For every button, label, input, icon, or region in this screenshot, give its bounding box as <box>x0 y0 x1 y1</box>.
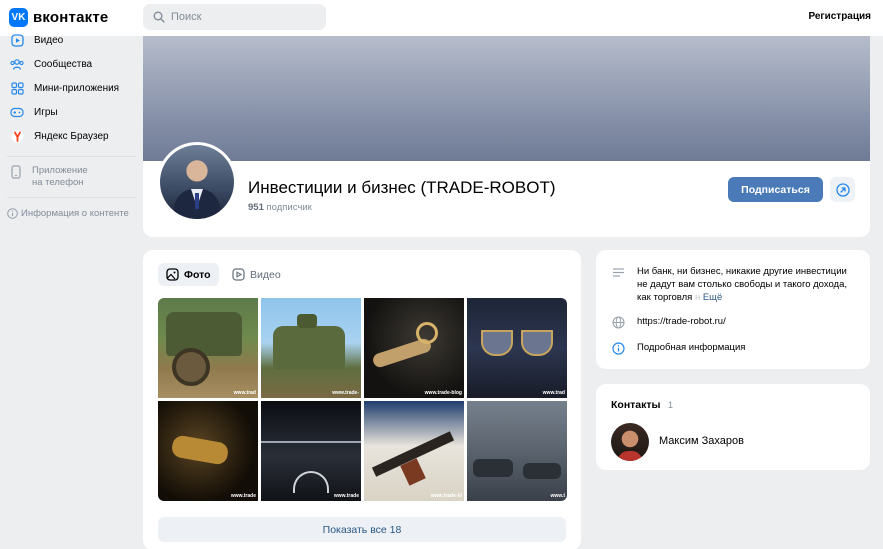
sidebar-item-label: Сообщества <box>34 58 93 70</box>
sidebar-divider <box>7 156 136 157</box>
photo-thumbnail[interactable]: www.trade- <box>261 298 361 398</box>
tab-label: Фото <box>184 268 211 281</box>
sidebar-info-label: Информация о контенте <box>21 207 129 219</box>
photo-thumbnail[interactable]: www.trade-bl <box>364 401 464 501</box>
sidebar-app-label: Приложение на телефон <box>32 165 88 188</box>
video-icon <box>10 33 24 47</box>
globe-icon <box>611 315 626 330</box>
sidebar-item-label: Видео <box>34 34 64 46</box>
photo-watermark: www.trade <box>333 493 359 499</box>
tab-photo[interactable]: Фото <box>158 263 219 286</box>
info-circle-icon <box>611 341 626 356</box>
description-row: Ни банк, ни бизнес, никакие другие инвес… <box>611 265 852 304</box>
photo-thumbnail[interactable]: www.trad <box>467 298 567 398</box>
photo-watermark: www.trad <box>233 390 256 396</box>
photo-thumbnail[interactable]: www.trade-blog <box>364 298 464 398</box>
sidebar-divider <box>7 197 136 198</box>
phone-icon <box>9 165 23 179</box>
gamepad-icon <box>10 105 24 119</box>
photo-thumbnail[interactable]: www.trade <box>158 401 258 501</box>
mini-apps-icon <box>10 81 24 95</box>
show-more-link[interactable]: Ещё <box>703 292 722 303</box>
website-link[interactable]: https://trade-robot.ru/ <box>637 315 726 330</box>
register-link[interactable]: Регистрация <box>808 11 871 22</box>
photo-icon <box>166 268 179 281</box>
subscribers-label: подписчик <box>266 202 312 213</box>
photo-thumbnail[interactable]: www.trad <box>158 298 258 398</box>
description-text: Ни банк, ни бизнес, никакие другие инвес… <box>637 266 848 303</box>
details-row[interactable]: Подробная информация <box>611 341 745 356</box>
photo-thumbnail[interactable]: www.t <box>467 401 567 501</box>
avatar-photo <box>160 145 234 219</box>
info-circle-icon <box>7 206 18 220</box>
photo-watermark: www.trad <box>542 390 565 396</box>
sidebar-item-label: Яндекс Браузер <box>34 130 109 142</box>
community-description: Ни банк, ни бизнес, никакие другие инвес… <box>637 265 852 304</box>
website-row[interactable]: https://trade-robot.ru/ <box>611 315 726 330</box>
subscribers-count[interactable]: 951 подписчик <box>248 202 312 213</box>
subscribers-number: 951 <box>248 202 264 213</box>
video-play-icon <box>232 268 245 281</box>
vk-logo-icon: VK <box>9 8 28 27</box>
sidebar-item-label: Мини-приложения <box>34 82 120 94</box>
community-avatar[interactable] <box>157 142 237 222</box>
photo-grid: www.trad www.trade- www.trade-blog www.t… <box>158 298 567 502</box>
text-lines-icon <box>611 265 626 280</box>
search-placeholder: Поиск <box>171 11 202 23</box>
photo-watermark: www.trade-bl <box>430 493 462 499</box>
contacts-count: 1 <box>668 400 674 410</box>
sidebar-app-promo[interactable]: Приложение на телефон <box>0 165 142 189</box>
vk-logo[interactable]: VK вконтакте <box>9 8 108 27</box>
yandex-icon <box>10 129 24 143</box>
search-input[interactable]: Поиск <box>143 4 326 30</box>
photo-thumbnail[interactable]: www.trade <box>261 401 361 501</box>
sidebar-item-label: Игры <box>34 106 58 118</box>
page-title: Инвестиции и бизнес (TRADE-ROBOT) <box>248 178 556 197</box>
communities-icon <box>10 57 24 71</box>
photo-watermark: www.trade- <box>332 390 359 396</box>
left-sidebar: Видео Сообщества Мини-приложения Игры Ян… <box>0 33 142 220</box>
sidebar-item-video[interactable]: Видео <box>0 28 142 52</box>
subscribe-button[interactable]: Подписаться <box>728 177 823 202</box>
description-fade: н <box>692 292 701 303</box>
cover-image <box>143 36 870 162</box>
sidebar-item-games[interactable]: Игры <box>0 100 142 124</box>
search-icon <box>153 11 165 23</box>
contacts-title[interactable]: Контакты <box>611 399 661 411</box>
vk-logo-text: вконтакте <box>33 9 109 26</box>
photo-watermark: www.t <box>550 493 565 499</box>
sidebar-content-info[interactable]: Информация о контенте <box>0 206 142 220</box>
show-all-photos-button[interactable]: Показать все 18 <box>158 517 566 542</box>
sidebar-item-mini-apps[interactable]: Мини-приложения <box>0 76 142 100</box>
contact-avatar[interactable] <box>611 423 649 461</box>
photo-watermark: www.trade <box>230 493 256 499</box>
share-arrow-icon <box>835 182 850 197</box>
share-button[interactable] <box>830 177 855 202</box>
details-link[interactable]: Подробная информация <box>637 341 745 356</box>
sidebar-item-communities[interactable]: Сообщества <box>0 52 142 76</box>
contact-name[interactable]: Максим Захаров <box>659 435 744 447</box>
photo-watermark: www.trade-blog <box>424 390 462 396</box>
tab-video[interactable]: Видео <box>224 263 289 286</box>
sidebar-item-yandex-browser[interactable]: Яндекс Браузер <box>0 124 142 148</box>
tab-label: Видео <box>250 268 281 281</box>
